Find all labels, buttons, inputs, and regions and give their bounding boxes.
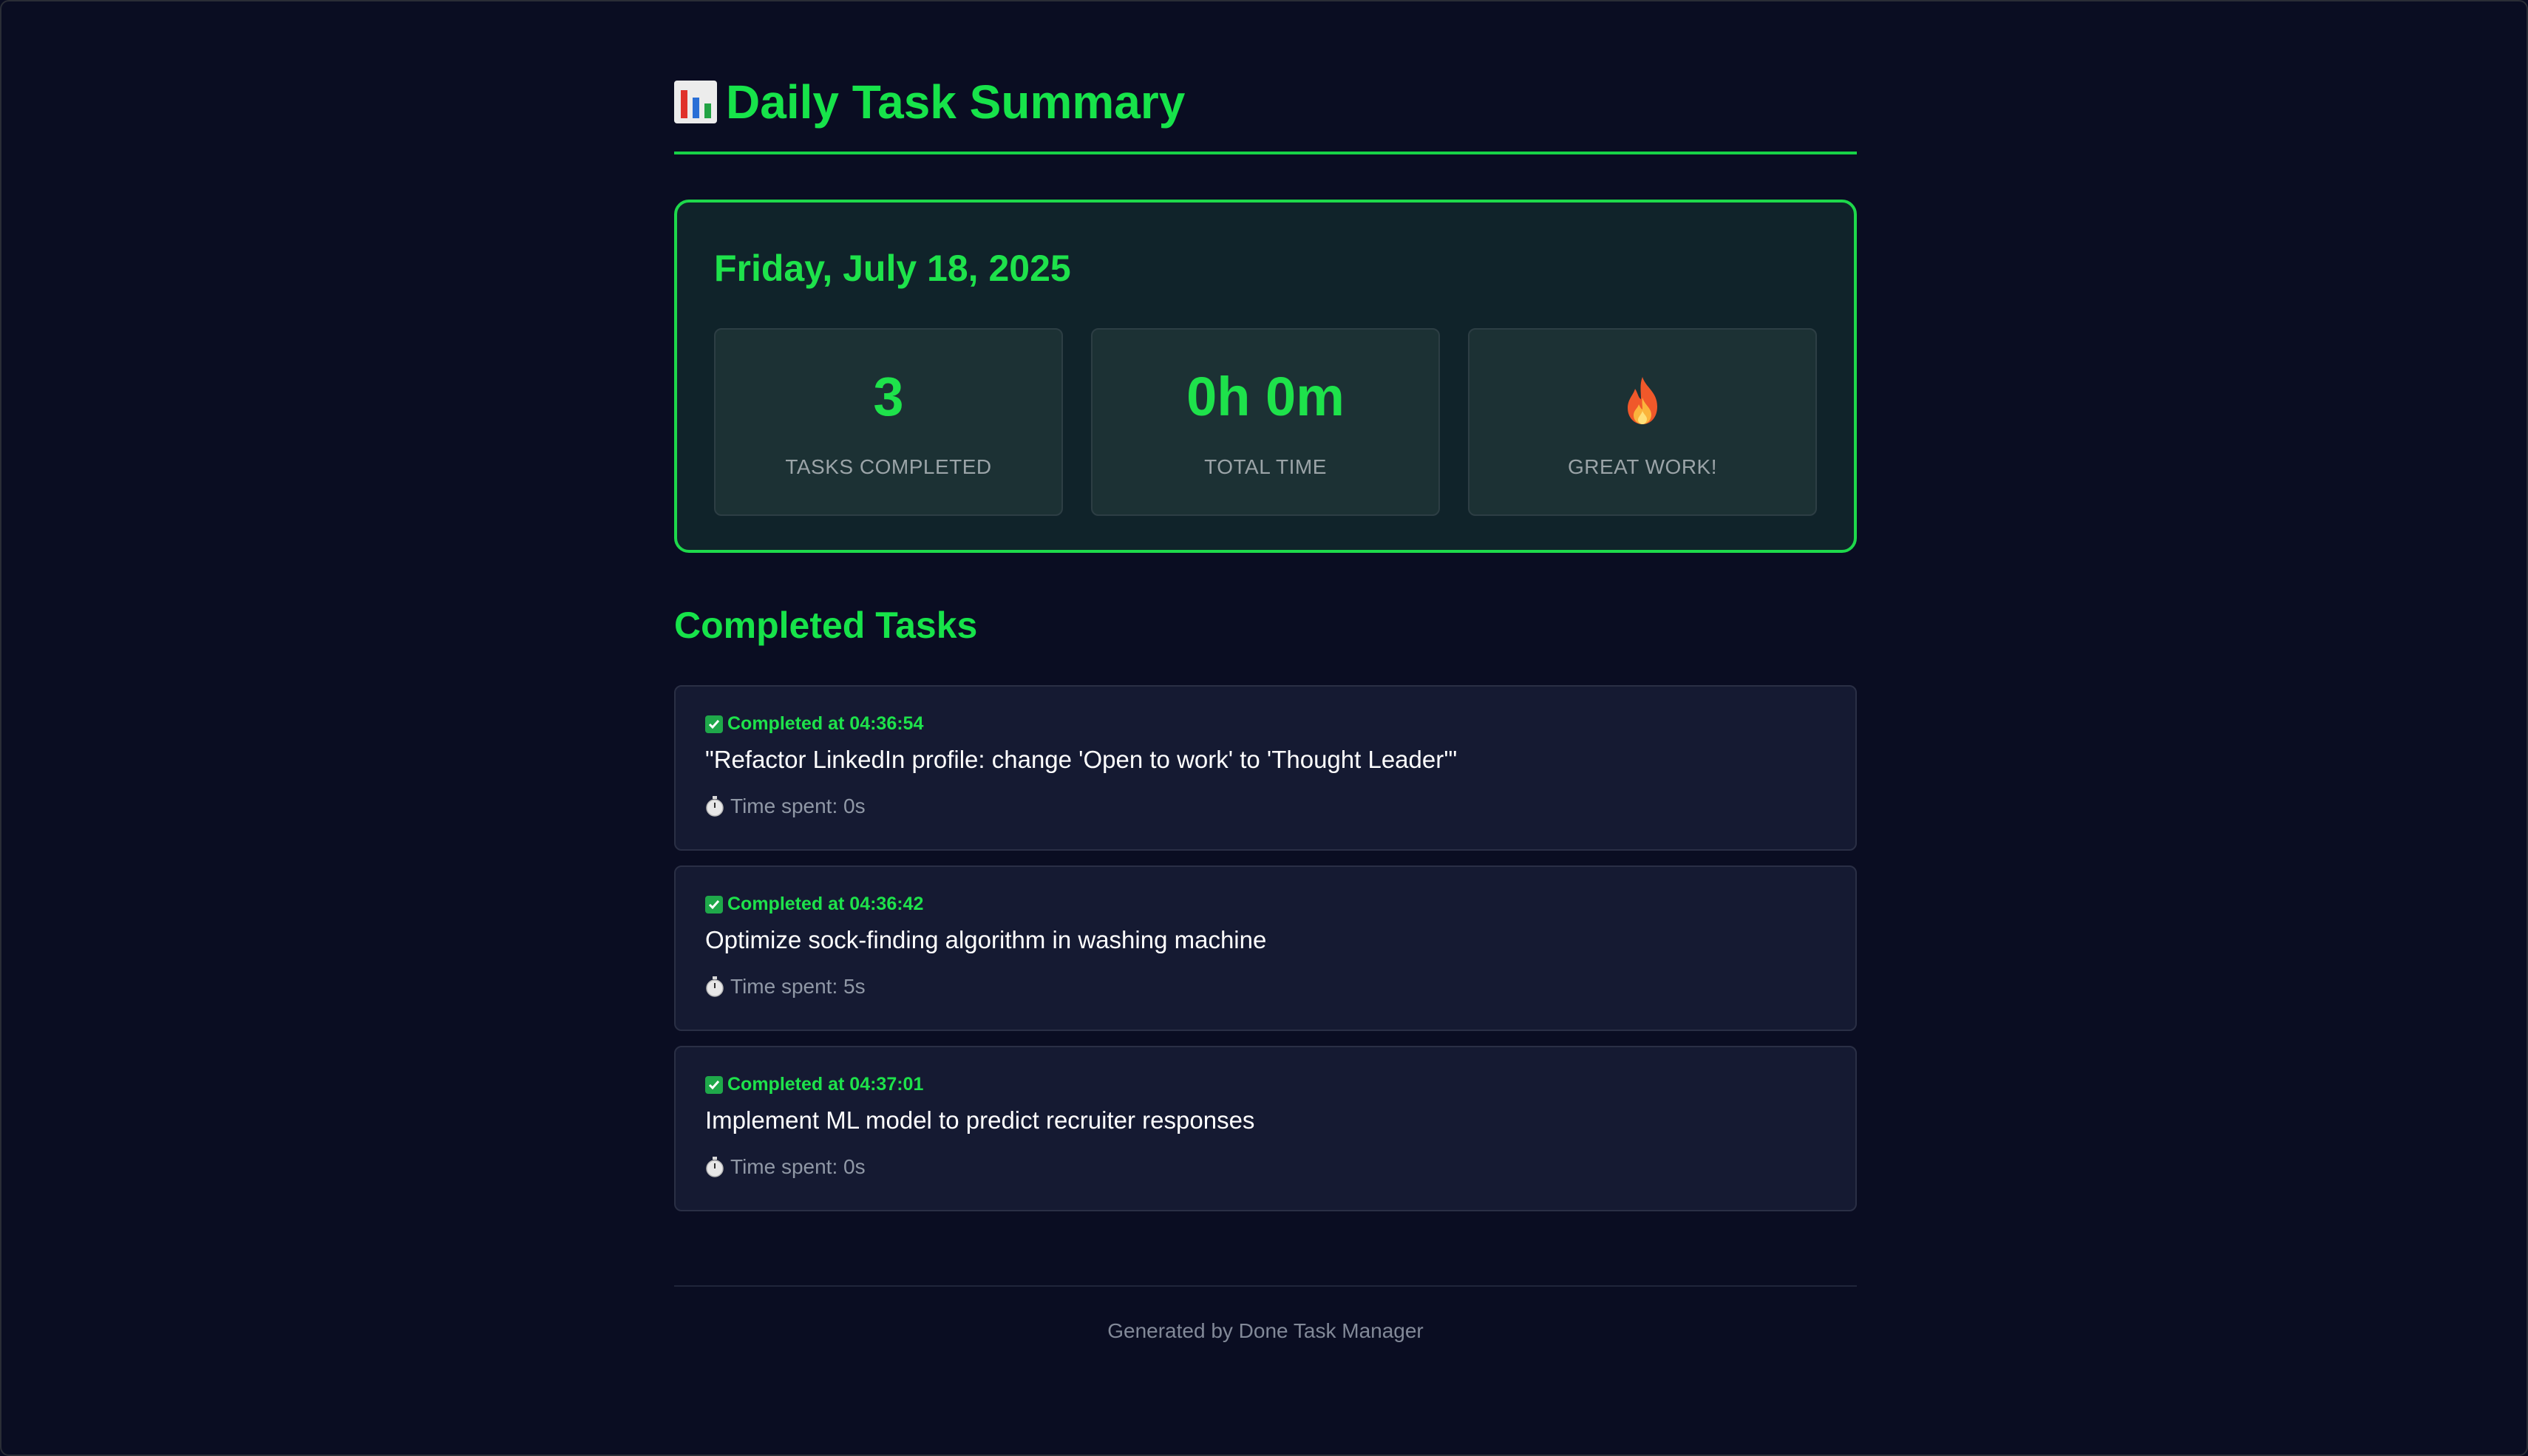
app-window: Daily Task Summary Friday, July 18, 2025… xyxy=(0,0,2528,1456)
task-time-spent-text: Time spent: 5s xyxy=(730,975,866,998)
task-time-spent: Time spent: 5s xyxy=(705,975,866,999)
stat-label: TASKS COMPLETED xyxy=(785,455,992,478)
stat-label: GREAT WORK! xyxy=(1567,455,1718,478)
footer-divider xyxy=(674,1285,1857,1287)
task-card: Completed at 04:36:42 Optimize sock-find… xyxy=(674,865,1857,1031)
task-completed-at-text: Completed at 04:37:01 xyxy=(727,1074,924,1095)
task-completed-at-text: Completed at 04:36:54 xyxy=(727,713,924,734)
page-header: Daily Task Summary xyxy=(674,68,1185,136)
stat-total-time: 0h 0m TOTAL TIME xyxy=(1091,328,1440,516)
task-title: "Refactor LinkedIn profile: change 'Open… xyxy=(705,746,1458,773)
fire-icon xyxy=(1628,377,1657,424)
check-icon xyxy=(705,895,723,914)
stopwatch-icon xyxy=(706,1157,724,1177)
stat-label: TOTAL TIME xyxy=(1204,455,1327,478)
page-title: Daily Task Summary xyxy=(726,75,1186,129)
task-card: Completed at 04:37:01 Implement ML model… xyxy=(674,1046,1857,1211)
summary-date: Friday, July 18, 2025 xyxy=(714,248,1071,289)
task-completed-at: Completed at 04:36:54 xyxy=(705,713,923,735)
stat-tasks-completed: 3 TASKS COMPLETED xyxy=(714,328,1063,516)
stopwatch-icon xyxy=(706,796,724,817)
stopwatch-icon xyxy=(706,976,724,997)
task-completed-at: Completed at 04:36:42 xyxy=(705,894,923,915)
task-card: Completed at 04:36:54 "Refactor LinkedIn… xyxy=(674,685,1857,851)
check-icon xyxy=(705,715,723,733)
task-time-spent: Time spent: 0s xyxy=(705,795,866,818)
stat-value: 0h 0m xyxy=(1186,366,1345,427)
task-completed-at-text: Completed at 04:36:42 xyxy=(727,894,924,914)
stat-value: 3 xyxy=(873,366,904,427)
task-time-spent-text: Time spent: 0s xyxy=(730,795,866,817)
footer-credit: Generated by Done Task Manager xyxy=(1107,1319,1424,1342)
check-icon xyxy=(705,1075,723,1094)
bar-chart-icon xyxy=(674,81,717,123)
task-time-spent: Time spent: 0s xyxy=(705,1155,866,1179)
title-divider xyxy=(674,152,1857,154)
stat-great-work: GREAT WORK! xyxy=(1468,328,1817,516)
summary-card: Friday, July 18, 2025 3 TASKS COMPLETED … xyxy=(674,200,1857,553)
task-title: Optimize sock-finding algorithm in washi… xyxy=(705,926,1267,953)
completed-tasks-heading: Completed Tasks xyxy=(674,605,978,646)
task-completed-at: Completed at 04:37:01 xyxy=(705,1074,923,1095)
task-title: Implement ML model to predict recruiter … xyxy=(705,1106,1255,1134)
task-time-spent-text: Time spent: 0s xyxy=(730,1155,866,1178)
